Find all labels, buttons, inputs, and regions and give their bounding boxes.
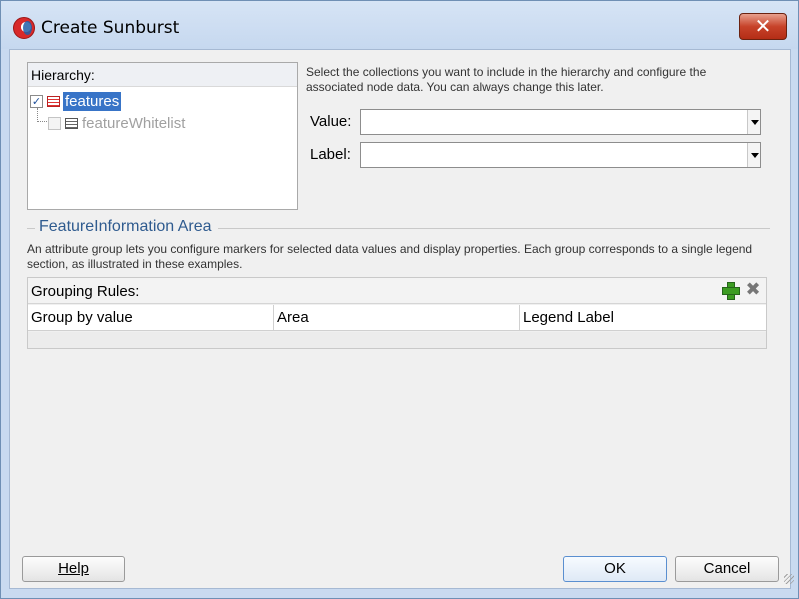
tree-connector: [37, 108, 47, 122]
label-label: Label:: [310, 146, 351, 163]
tree-item-label: features: [63, 91, 122, 111]
instructions-text: Select the collections you want to inclu…: [306, 65, 707, 94]
help-button-label: Help: [58, 560, 89, 577]
value-combobox[interactable]: [360, 109, 761, 135]
grouping-rules-table: Grouping Rules: ✖ Group by value Area Le…: [27, 277, 767, 349]
grouping-title: Grouping Rules:: [31, 283, 140, 300]
section-divider: [27, 228, 35, 229]
dialog-window: Create Sunburst ✕ Hierarchy: ✓ features …: [0, 0, 799, 599]
featurewhitelist-checkbox[interactable]: [48, 116, 61, 130]
help-button[interactable]: Help: [22, 556, 125, 582]
dialog-body: Hierarchy: ✓ features featureWhitelist S…: [9, 49, 794, 589]
section-description: An attribute group lets you configure ma…: [27, 242, 753, 271]
hierarchy-panel: Hierarchy: ✓ features featureWhitelist: [27, 62, 298, 210]
tree-item-label: featureWhitelist: [82, 114, 186, 132]
tree-item-featurewhitelist[interactable]: featureWhitelist: [48, 113, 185, 133]
close-button[interactable]: ✕: [739, 13, 787, 40]
grouping-toolbar: Grouping Rules: ✖: [28, 278, 766, 304]
features-checkbox[interactable]: ✓: [30, 94, 43, 108]
x-icon[interactable]: ✖: [744, 281, 762, 299]
column-header-group-by-value[interactable]: Group by value: [28, 305, 274, 330]
resize-grip-icon[interactable]: [784, 574, 794, 584]
value-label: Value:: [310, 113, 352, 130]
table-icon: [65, 117, 78, 129]
section-divider: [218, 228, 770, 229]
column-header-area[interactable]: Area: [274, 305, 520, 330]
label-combobox[interactable]: [360, 142, 761, 168]
title-bar[interactable]: Create Sunburst ✕: [1, 1, 798, 49]
table-header-row: Group by value Area Legend Label: [28, 305, 766, 331]
chevron-down-icon[interactable]: [747, 110, 760, 134]
app-logo-icon: [13, 17, 35, 39]
ok-button[interactable]: OK: [563, 556, 667, 582]
plus-icon[interactable]: [722, 282, 740, 300]
section-title: FeatureInformation Area: [39, 218, 212, 235]
cancel-button[interactable]: Cancel: [675, 556, 779, 582]
table-icon: [47, 95, 60, 107]
chevron-down-icon[interactable]: [747, 143, 760, 167]
hierarchy-label: Hierarchy:: [28, 63, 297, 87]
table-body: [28, 332, 766, 348]
column-header-legend-label[interactable]: Legend Label: [520, 305, 766, 330]
window-title: Create Sunburst: [41, 18, 180, 38]
